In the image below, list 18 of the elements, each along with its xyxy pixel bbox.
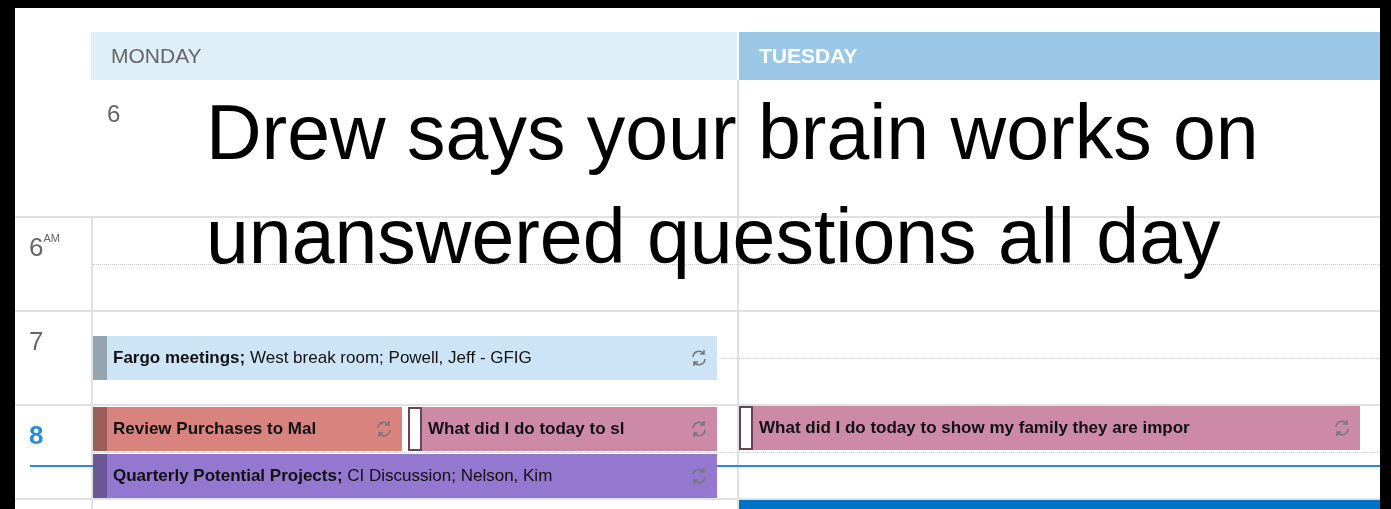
hour-label: 6$^{AM}$ [29, 232, 60, 262]
hour-label: 8 [29, 420, 44, 450]
day-header[interactable]: MONDAY [91, 32, 737, 80]
hour-label: 7 [29, 326, 44, 356]
calendar-event[interactable]: Quarterly Potential Projects; CI Discussion; Nelson, Kim [93, 453, 717, 498]
recurrence-icon [689, 465, 709, 486]
calendar-event[interactable]: Review Purchases to Mal [93, 406, 402, 451]
recurrence-icon [689, 418, 709, 439]
recurrence-icon [374, 418, 394, 439]
calendar-event[interactable] [739, 500, 1380, 509]
recurrence-icon [689, 348, 709, 368]
day-number: 6 [107, 100, 121, 127]
recurrence-icon [1332, 418, 1352, 438]
calendar-event[interactable]: What did I do today to sl [408, 406, 717, 451]
caption-text: Drew says your brain works on [206, 88, 1259, 177]
calendar-event[interactable]: What did I do today to show my family they are impor [739, 406, 1360, 450]
caption-text: unanswered questions all day [206, 192, 1222, 281]
calendar-event[interactable]: Fargo meetings; West break room; Powell, Jeff - GFIG [93, 336, 717, 380]
